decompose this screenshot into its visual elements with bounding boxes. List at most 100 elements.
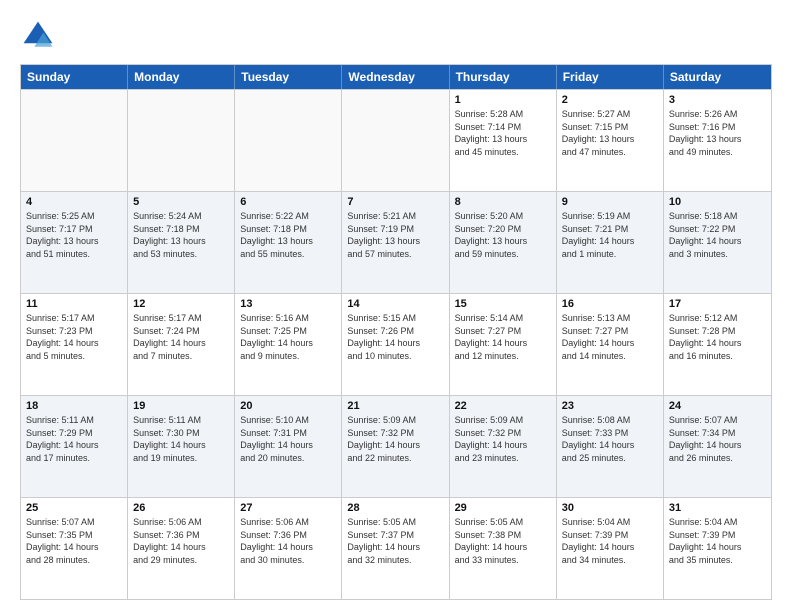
calendar-cell: 28 Sunrise: 5:05 AM Sunset: 7:37 PM Dayli… [342, 498, 449, 599]
calendar-cell: 20 Sunrise: 5:10 AM Sunset: 7:31 PM Dayli… [235, 396, 342, 497]
cell-info: Sunrise: 5:16 AM Sunset: 7:25 PM Dayligh… [240, 312, 336, 362]
day-number: 5 [133, 196, 229, 208]
day-number: 6 [240, 196, 336, 208]
cell-info: Sunrise: 5:17 AM Sunset: 7:24 PM Dayligh… [133, 312, 229, 362]
day-number: 14 [347, 298, 443, 310]
calendar-cell: 23Sunrise: 5:08 AM Sunset: 7:33 PM Dayli… [557, 396, 664, 497]
calendar-header: SundayMondayTuesdayWednesdayThursdayFrid… [21, 65, 771, 89]
calendar-cell: 8 Sunrise: 5:20 AM Sunset: 7:20 PM Daylig… [450, 192, 557, 293]
calendar-cell: 13 Sunrise: 5:16 AM Sunset: 7:25 PM Dayli… [235, 294, 342, 395]
cell-info: Sunrise: 5:22 AM Sunset: 7:18 PM Dayligh… [240, 210, 336, 260]
cell-info: Sunrise: 5:26 AM Sunset: 7:16 PM Dayligh… [669, 108, 766, 158]
cell-info: Sunrise: 5:28 AM Sunset: 7:14 PM Dayligh… [455, 108, 551, 158]
cell-info: Sunrise: 5:07 AM Sunset: 7:34 PM Dayligh… [669, 414, 766, 464]
logo [20, 18, 60, 54]
calendar-cell: 5 Sunrise: 5:24 AM Sunset: 7:18 PM Daylig… [128, 192, 235, 293]
calendar-cell: 30 Sunrise: 5:04 AM Sunset: 7:39 PM Dayli… [557, 498, 664, 599]
day-number: 13 [240, 298, 336, 310]
cell-info: Sunrise: 5:10 AM Sunset: 7:31 PM Dayligh… [240, 414, 336, 464]
calendar-cell: 26 Sunrise: 5:06 AM Sunset: 7:36 PM Dayli… [128, 498, 235, 599]
day-number: 8 [455, 196, 551, 208]
weekday-header: Monday [128, 65, 235, 89]
calendar-cell: 1 Sunrise: 5:28 AM Sunset: 7:14 PM Daylig… [450, 90, 557, 191]
weekday-header: Thursday [450, 65, 557, 89]
day-number: 25 [26, 502, 122, 514]
day-number: 3 [669, 94, 766, 106]
calendar-body: 1 Sunrise: 5:28 AM Sunset: 7:14 PM Daylig… [21, 89, 771, 599]
day-number: 15 [455, 298, 551, 310]
calendar-cell: 11 Sunrise: 5:17 AM Sunset: 7:23 PM Dayli… [21, 294, 128, 395]
calendar-cell [21, 90, 128, 191]
day-number: 12 [133, 298, 229, 310]
calendar-cell [235, 90, 342, 191]
cell-info: Sunrise: 5:21 AM Sunset: 7:19 PM Dayligh… [347, 210, 443, 260]
day-number: 27 [240, 502, 336, 514]
cell-info: Sunrise: 5:17 AM Sunset: 7:23 PM Dayligh… [26, 312, 122, 362]
day-number: 23 [562, 400, 658, 412]
cell-info: Sunrise: 5:06 AM Sunset: 7:36 PM Dayligh… [133, 516, 229, 566]
day-number: 30 [562, 502, 658, 514]
cell-info: Sunrise: 5:09 AM Sunset: 7:32 PM Dayligh… [455, 414, 551, 464]
day-number: 26 [133, 502, 229, 514]
day-number: 22 [455, 400, 551, 412]
day-number: 16 [562, 298, 658, 310]
calendar-cell [342, 90, 449, 191]
calendar-cell: 25 Sunrise: 5:07 AM Sunset: 7:35 PM Dayli… [21, 498, 128, 599]
weekday-header: Tuesday [235, 65, 342, 89]
cell-info: Sunrise: 5:14 AM Sunset: 7:27 PM Dayligh… [455, 312, 551, 362]
calendar-cell: 6 Sunrise: 5:22 AM Sunset: 7:18 PM Daylig… [235, 192, 342, 293]
day-number: 2 [562, 94, 658, 106]
day-number: 4 [26, 196, 122, 208]
day-number: 24 [669, 400, 766, 412]
cell-info: Sunrise: 5:15 AM Sunset: 7:26 PM Dayligh… [347, 312, 443, 362]
day-number: 11 [26, 298, 122, 310]
cell-info: Sunrise: 5:04 AM Sunset: 7:39 PM Dayligh… [669, 516, 766, 566]
weekday-header: Friday [557, 65, 664, 89]
day-number: 1 [455, 94, 551, 106]
calendar: SundayMondayTuesdayWednesdayThursdayFrid… [20, 64, 772, 600]
calendar-cell: 31Sunrise: 5:04 AM Sunset: 7:39 PM Dayli… [664, 498, 771, 599]
calendar-cell: 3 Sunrise: 5:26 AM Sunset: 7:16 PM Daylig… [664, 90, 771, 191]
cell-info: Sunrise: 5:06 AM Sunset: 7:36 PM Dayligh… [240, 516, 336, 566]
day-number: 7 [347, 196, 443, 208]
day-number: 28 [347, 502, 443, 514]
cell-info: Sunrise: 5:13 AM Sunset: 7:27 PM Dayligh… [562, 312, 658, 362]
cell-info: Sunrise: 5:20 AM Sunset: 7:20 PM Dayligh… [455, 210, 551, 260]
calendar-cell: 7 Sunrise: 5:21 AM Sunset: 7:19 PM Daylig… [342, 192, 449, 293]
cell-info: Sunrise: 5:09 AM Sunset: 7:32 PM Dayligh… [347, 414, 443, 464]
day-number: 21 [347, 400, 443, 412]
day-number: 19 [133, 400, 229, 412]
header [20, 18, 772, 54]
weekday-header: Saturday [664, 65, 771, 89]
weekday-header: Wednesday [342, 65, 449, 89]
calendar-cell: 15 Sunrise: 5:14 AM Sunset: 7:27 PM Dayli… [450, 294, 557, 395]
cell-info: Sunrise: 5:05 AM Sunset: 7:37 PM Dayligh… [347, 516, 443, 566]
calendar-cell: 16 Sunrise: 5:13 AM Sunset: 7:27 PM Dayli… [557, 294, 664, 395]
calendar-cell: 18Sunrise: 5:11 AM Sunset: 7:29 PM Dayli… [21, 396, 128, 497]
calendar-cell: 14 Sunrise: 5:15 AM Sunset: 7:26 PM Dayli… [342, 294, 449, 395]
cell-info: Sunrise: 5:24 AM Sunset: 7:18 PM Dayligh… [133, 210, 229, 260]
calendar-cell: 29Sunrise: 5:05 AM Sunset: 7:38 PM Dayli… [450, 498, 557, 599]
cell-info: Sunrise: 5:25 AM Sunset: 7:17 PM Dayligh… [26, 210, 122, 260]
calendar-cell: 19Sunrise: 5:11 AM Sunset: 7:30 PM Dayli… [128, 396, 235, 497]
calendar-cell: 12 Sunrise: 5:17 AM Sunset: 7:24 PM Dayli… [128, 294, 235, 395]
cell-info: Sunrise: 5:04 AM Sunset: 7:39 PM Dayligh… [562, 516, 658, 566]
cell-info: Sunrise: 5:27 AM Sunset: 7:15 PM Dayligh… [562, 108, 658, 158]
day-number: 9 [562, 196, 658, 208]
calendar-cell: 21 Sunrise: 5:09 AM Sunset: 7:32 PM Dayli… [342, 396, 449, 497]
calendar-cell: 9 Sunrise: 5:19 AM Sunset: 7:21 PM Daylig… [557, 192, 664, 293]
calendar-cell: 24 Sunrise: 5:07 AM Sunset: 7:34 PM Dayli… [664, 396, 771, 497]
weekday-header: Sunday [21, 65, 128, 89]
cell-info: Sunrise: 5:18 AM Sunset: 7:22 PM Dayligh… [669, 210, 766, 260]
day-number: 20 [240, 400, 336, 412]
cell-info: Sunrise: 5:07 AM Sunset: 7:35 PM Dayligh… [26, 516, 122, 566]
calendar-row: 25 Sunrise: 5:07 AM Sunset: 7:35 PM Dayli… [21, 497, 771, 599]
cell-info: Sunrise: 5:19 AM Sunset: 7:21 PM Dayligh… [562, 210, 658, 260]
calendar-cell: 22 Sunrise: 5:09 AM Sunset: 7:32 PM Dayli… [450, 396, 557, 497]
calendar-row: 11 Sunrise: 5:17 AM Sunset: 7:23 PM Dayli… [21, 293, 771, 395]
calendar-row: 18Sunrise: 5:11 AM Sunset: 7:29 PM Dayli… [21, 395, 771, 497]
cell-info: Sunrise: 5:11 AM Sunset: 7:29 PM Dayligh… [26, 414, 122, 464]
day-number: 29 [455, 502, 551, 514]
calendar-cell: 27 Sunrise: 5:06 AM Sunset: 7:36 PM Dayli… [235, 498, 342, 599]
day-number: 17 [669, 298, 766, 310]
